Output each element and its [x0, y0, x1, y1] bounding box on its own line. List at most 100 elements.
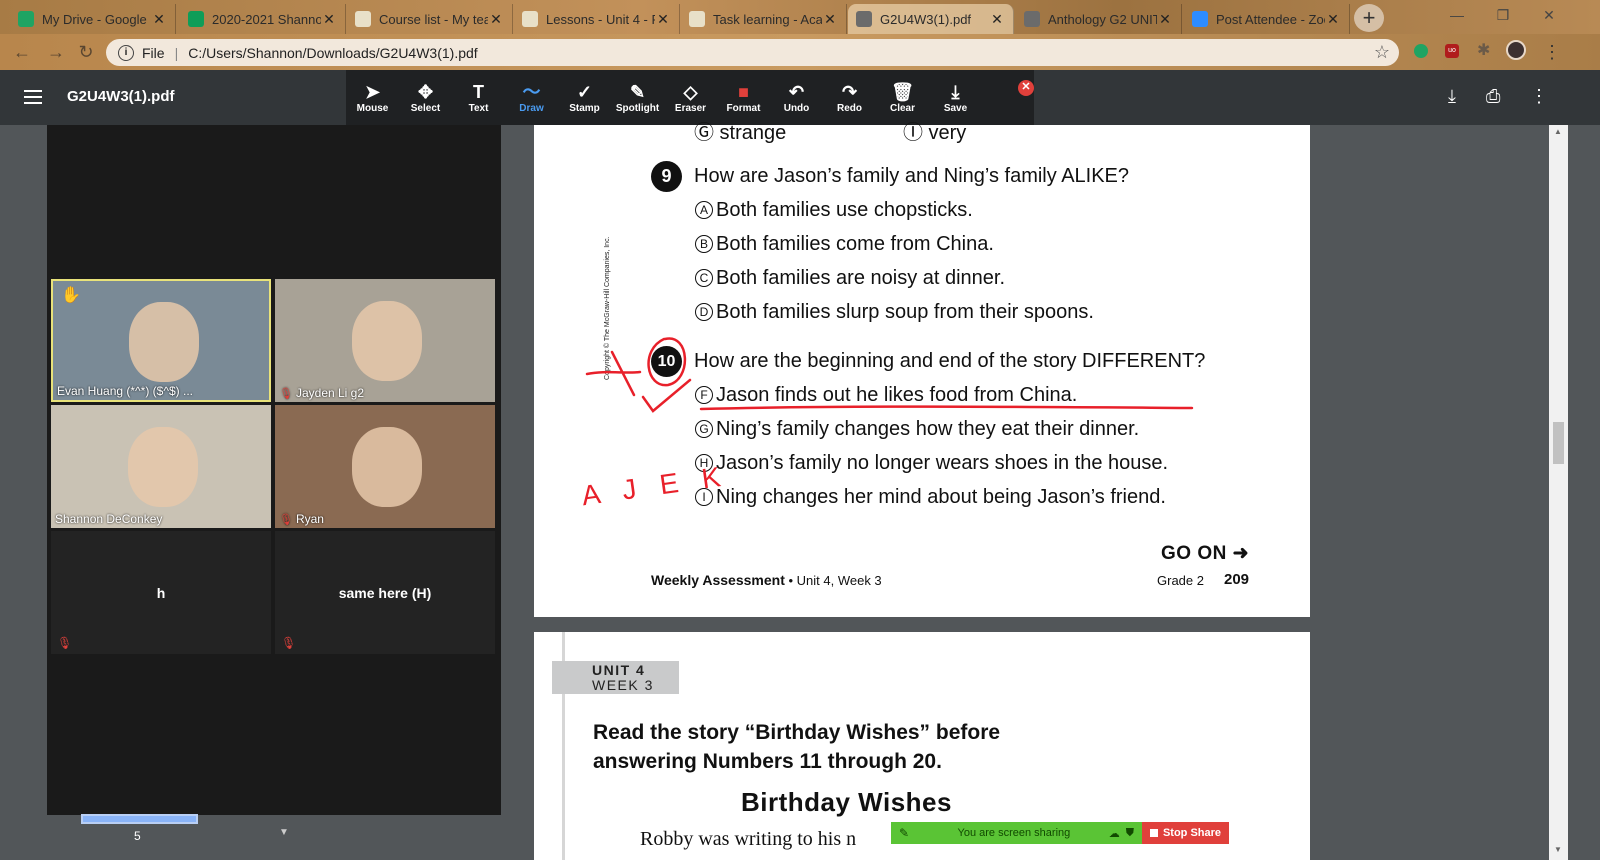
- scroll-up-icon[interactable]: ▲: [1554, 127, 1562, 136]
- address-toolbar: ← → ↻ i File | C:/Users/Shannon/Download…: [0, 34, 1600, 70]
- undo-icon: ↶: [788, 82, 805, 102]
- course-icon: [522, 11, 538, 27]
- close-tab-icon[interactable]: ✕: [989, 11, 1005, 28]
- unit-week-badge: UNIT 4 WEEK 3: [552, 661, 679, 694]
- chrome-menu-icon[interactable]: ⋮: [1542, 42, 1562, 62]
- pin-icon[interactable]: ✎: [899, 826, 909, 840]
- tool-select-button[interactable]: ✥ Select: [399, 70, 452, 125]
- back-arrow-icon[interactable]: ←: [12, 42, 32, 62]
- participant-tile[interactable]: h 🎙: [51, 531, 271, 654]
- tool-text-button[interactable]: T Text: [452, 70, 505, 125]
- menu-icon[interactable]: [24, 90, 42, 104]
- close-tab-icon[interactable]: ✕: [822, 11, 838, 28]
- participant-tile[interactable]: 🎙 Ryan: [275, 405, 495, 528]
- pdf-title: G2U4W3(1).pdf: [67, 88, 175, 105]
- print-icon[interactable]: ⎙: [1486, 86, 1500, 107]
- screen-share-bar: ✎ You are screen sharing ☁ ⛊ Stop Share: [891, 822, 1229, 844]
- course-icon: [689, 11, 705, 27]
- scroll-down-icon[interactable]: ▼: [1554, 845, 1562, 854]
- story-title: Birthday Wishes: [741, 787, 952, 817]
- stamp-icon: ✓: [576, 82, 593, 102]
- course-icon: [355, 11, 371, 27]
- page-thumbnail[interactable]: [81, 814, 198, 824]
- thumbnail-page-number: 5: [134, 829, 141, 843]
- thumbnail-scroll-down-icon[interactable]: ▼: [279, 827, 289, 838]
- globe-icon: [1024, 11, 1040, 27]
- url-scheme: File: [142, 44, 165, 61]
- more-options-icon[interactable]: ⋮: [1530, 86, 1548, 107]
- question-9-text: How are Jason’s family and Ning’s family…: [694, 165, 1130, 187]
- browser-tab[interactable]: Lessons - Unit 4 - Pr ✕: [514, 4, 680, 34]
- sharing-status: ✎ You are screen sharing ☁ ⛊: [891, 822, 1142, 844]
- profile-avatar[interactable]: [1506, 40, 1526, 60]
- grade-label: Grade 2: [1157, 573, 1204, 588]
- browser-tab[interactable]: Anthology G2 UNIT ✕: [1016, 4, 1182, 34]
- format-icon: ■: [738, 82, 749, 102]
- stop-icon: [1149, 829, 1158, 837]
- participant-tile[interactable]: Shannon DeConkey: [51, 405, 271, 528]
- zoom-icon: [1192, 11, 1208, 27]
- tool-draw-button[interactable]: 〜 Draw: [505, 70, 558, 125]
- tool-stamp-button[interactable]: ✓ Stamp: [558, 70, 611, 125]
- bookmark-star-icon[interactable]: ☆: [1372, 42, 1392, 62]
- tool-spotlight-button[interactable]: ✎ Spotlight: [611, 70, 664, 125]
- close-tab-icon[interactable]: ✕: [488, 11, 504, 28]
- scrollbar-thumb[interactable]: [1553, 422, 1564, 464]
- answer-option-g: G Ning’s family changes how they eat thei…: [695, 418, 1139, 441]
- minimize-icon[interactable]: —: [1434, 0, 1480, 30]
- participant-tile[interactable]: 🎙 Jayden Li g2: [275, 279, 495, 402]
- download-icon[interactable]: ⤓: [1448, 86, 1456, 107]
- participant-name: same here (H): [338, 585, 432, 601]
- clipped-options: Ⓖ strange Ⓘ very: [694, 122, 967, 144]
- address-bar[interactable]: i File | C:/Users/Shannon/Downloads/G2U4…: [106, 39, 1399, 66]
- browser-tab[interactable]: My Drive - Google D ✕: [10, 4, 176, 34]
- close-tab-icon[interactable]: ✕: [1157, 11, 1173, 28]
- browser-tab[interactable]: Post Attendee - Zoo ✕: [1184, 4, 1350, 34]
- question-10-text: How are the beginning and end of the sto…: [694, 350, 1206, 372]
- puzzle-extensions-icon[interactable]: ✱: [1477, 43, 1493, 59]
- weekly-assessment-footer: Weekly Assessment • Unit 4, Week 3: [651, 572, 882, 588]
- redo-icon: ↷: [841, 82, 858, 102]
- cloud-icon: ☁: [1108, 827, 1120, 840]
- google-drive-icon: [18, 11, 34, 27]
- forward-arrow-icon[interactable]: →: [46, 42, 66, 62]
- close-tab-icon[interactable]: ✕: [1325, 11, 1341, 28]
- ublock-icon[interactable]: uo: [1445, 44, 1459, 58]
- pdf-scrollbar[interactable]: ▲ ▼: [1549, 125, 1568, 860]
- shield-icon: ⛊: [1125, 826, 1134, 839]
- restore-icon[interactable]: ❐: [1480, 0, 1526, 30]
- trash-icon: 🗑: [891, 82, 914, 102]
- reading-instruction: Read the story “Birthday Wishes” before …: [593, 721, 1001, 773]
- close-tab-icon[interactable]: ✕: [321, 11, 337, 28]
- participant-tile[interactable]: ✋ Evan Huang (*^*) ($^$) ...: [51, 279, 271, 402]
- close-tab-icon[interactable]: ✕: [151, 11, 167, 28]
- participant-video: [352, 427, 422, 508]
- answer-option-a: A Both families use chopsticks.: [695, 199, 973, 222]
- answer-option-b: B Both families come from China.: [695, 233, 994, 256]
- pdf-page-209: Ⓖ strange Ⓘ very Copyright © The McGraw-…: [534, 122, 1310, 617]
- close-annotation-icon[interactable]: ✕: [1018, 80, 1034, 96]
- question-number-10: 10: [651, 346, 682, 377]
- browser-tab[interactable]: Task learning - Acad ✕: [681, 4, 847, 34]
- browser-tab[interactable]: 2020-2021 Shannon ✕: [180, 4, 346, 34]
- close-tab-icon[interactable]: ✕: [655, 11, 671, 28]
- save-icon: ⤓: [951, 82, 960, 102]
- participant-video: [128, 427, 198, 508]
- close-window-icon[interactable]: ✕: [1526, 0, 1572, 30]
- pdf-icon: [856, 11, 872, 27]
- stop-share-button[interactable]: Stop Share: [1142, 822, 1229, 844]
- participant-video: [352, 301, 422, 382]
- info-icon[interactable]: i: [118, 44, 134, 61]
- answer-option-h: H Jason’s family no longer wears shoes in…: [695, 452, 1168, 475]
- page-number: 209: [1224, 571, 1250, 588]
- extension-icon[interactable]: [1414, 44, 1428, 58]
- move-icon: ✥: [417, 82, 434, 102]
- participant-name: h: [156, 585, 166, 601]
- tool-mouse-button[interactable]: ➤ Mouse: [346, 70, 399, 125]
- copyright-text: Copyright © The McGraw-Hill Companies, I…: [604, 236, 611, 380]
- reload-icon[interactable]: ↻: [76, 42, 96, 62]
- browser-tab[interactable]: Course list - My tea ✕: [347, 4, 513, 34]
- participant-tile[interactable]: same here (H) 🎙: [275, 531, 495, 654]
- browser-tab[interactable]: G2U4W3(1).pdf ✕: [848, 4, 1014, 34]
- new-tab-button[interactable]: +: [1354, 4, 1384, 32]
